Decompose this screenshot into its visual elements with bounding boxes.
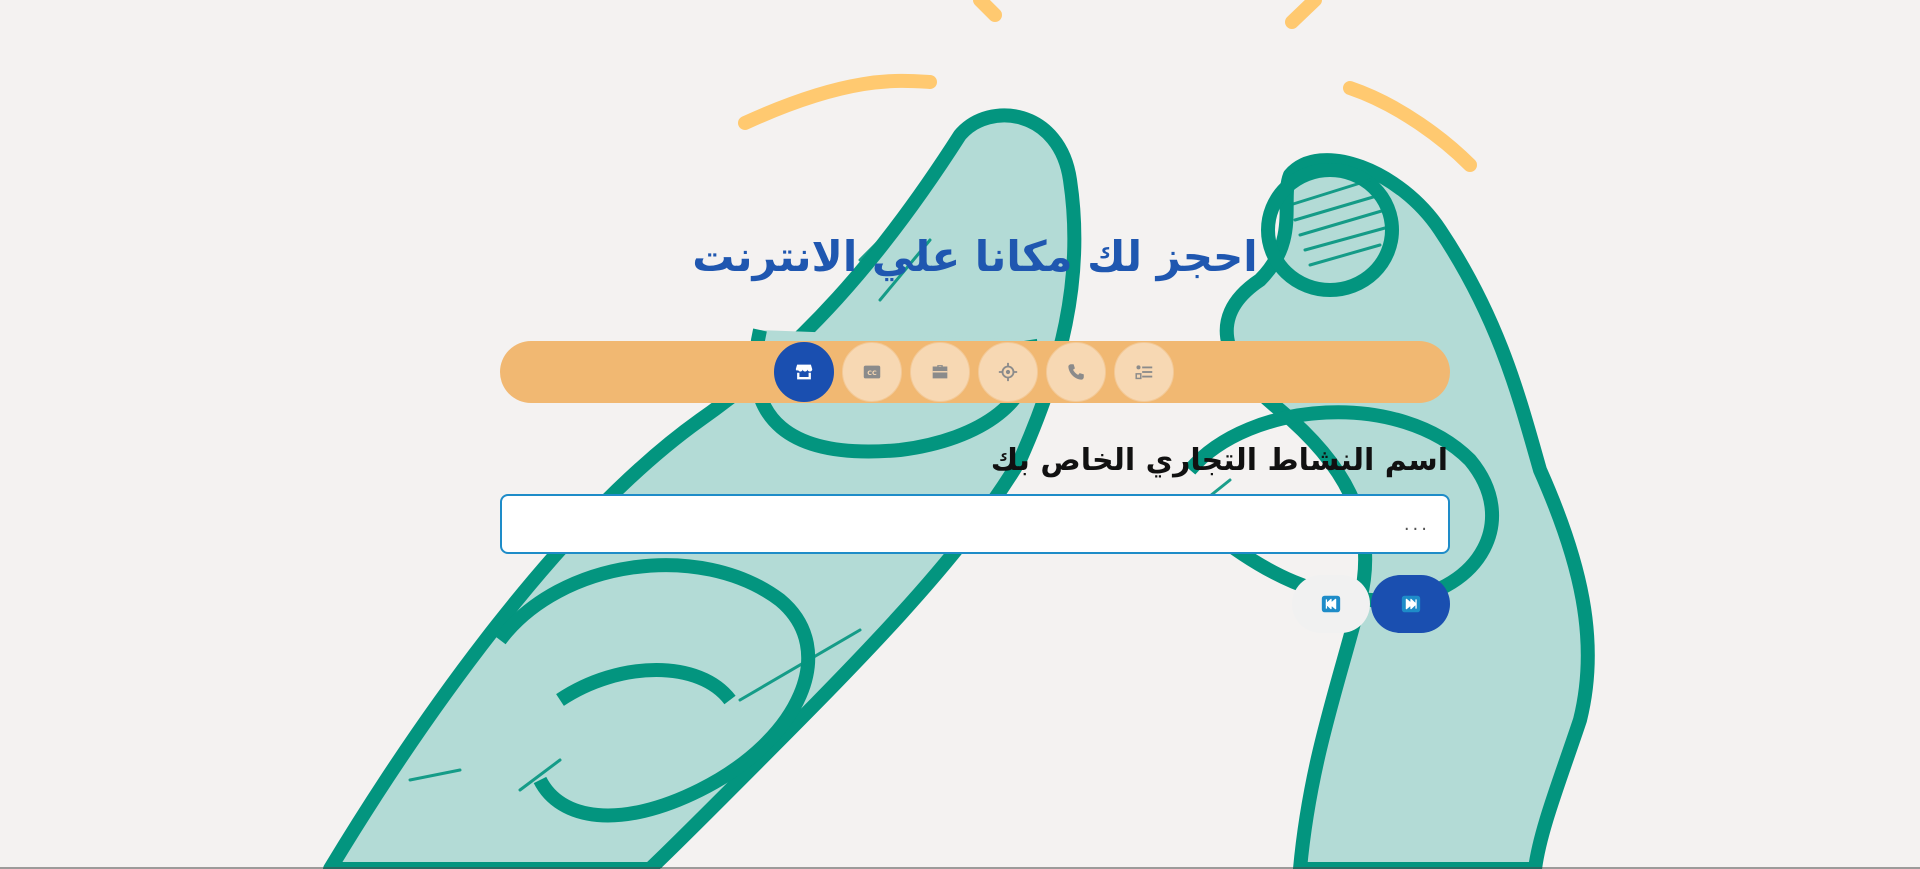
briefcase-icon	[932, 365, 948, 379]
store-icon	[795, 364, 813, 380]
previous-step-button[interactable]	[1292, 575, 1370, 633]
step-location[interactable]	[978, 342, 1038, 402]
checklist-icon	[1135, 365, 1153, 380]
step-business[interactable]	[910, 342, 970, 402]
step-store[interactable]	[774, 342, 834, 402]
page-title: احجز لك مكانا علي الانترنت	[692, 232, 1258, 281]
business-name-label: اسم النشاط التجاري الخاص بك	[990, 443, 1448, 478]
step-contact[interactable]	[1046, 342, 1106, 402]
svg-text:CC: CC	[867, 369, 877, 377]
step-captions[interactable]: CC	[842, 342, 902, 402]
business-name-input[interactable]	[500, 494, 1450, 554]
phone-icon	[1068, 364, 1084, 380]
closed-captions-icon: CC	[863, 365, 881, 379]
location-target-icon	[998, 362, 1018, 382]
fast-forward-icon	[1401, 595, 1420, 613]
step-progress-bar: CC	[500, 341, 1450, 403]
next-step-button[interactable]	[1371, 575, 1450, 633]
booking-wizard: احجز لك مكانا علي الانترنت CC اسم النشاط…	[0, 0, 1920, 869]
rewind-icon	[1321, 595, 1341, 613]
step-details[interactable]	[1114, 342, 1174, 402]
